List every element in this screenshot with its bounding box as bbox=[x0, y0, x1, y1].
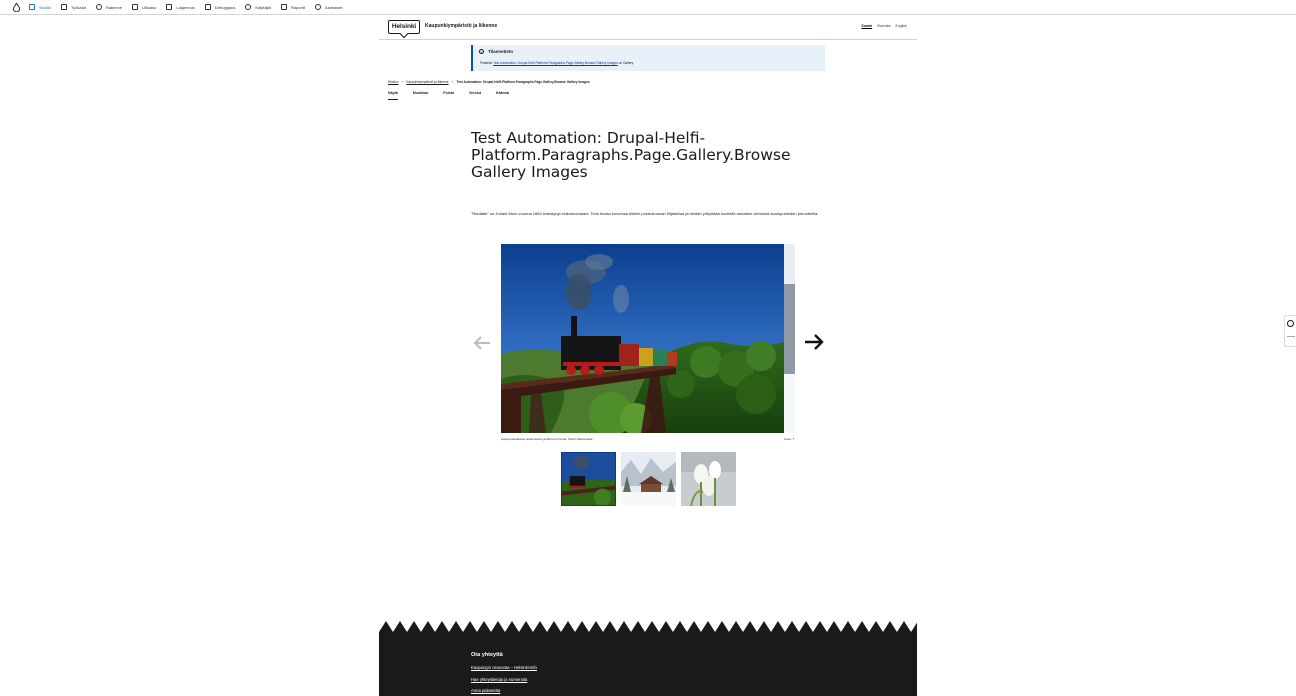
toolbar-item-content[interactable]: Sisältö bbox=[29, 4, 51, 10]
toolbar-item-appearance[interactable]: Ulkoasu bbox=[131, 4, 156, 10]
helsinki-logo[interactable]: Helsinki bbox=[388, 20, 420, 34]
gallery-carousel[interactable] bbox=[501, 244, 795, 433]
feedback-widget[interactable] bbox=[1284, 315, 1296, 347]
gallery-thumbnail-2[interactable] bbox=[621, 452, 676, 506]
structure-icon bbox=[95, 4, 102, 10]
gallery-thumbnail-3[interactable] bbox=[681, 452, 736, 506]
gallery-next-arrow-icon[interactable] bbox=[803, 333, 825, 351]
tab-revisions[interactable]: Versiot bbox=[469, 91, 481, 100]
devel-icon bbox=[204, 4, 211, 10]
status-message: i Tilannetieto Poistettu Test Automation… bbox=[471, 45, 825, 71]
lang-fi[interactable]: Suomi bbox=[861, 24, 872, 28]
footer-link-contacts[interactable]: Hae yhteystietoja ja numeroita bbox=[471, 677, 527, 682]
breadcrumb-separator: > bbox=[401, 80, 404, 84]
toolbar-item-config[interactable]: Asetukset bbox=[314, 4, 343, 10]
local-tasks: Näytä Muokkaa Poista Versiot Käännä bbox=[388, 91, 524, 100]
tools-icon bbox=[61, 4, 68, 10]
people-icon bbox=[245, 4, 252, 10]
site-header: Helsinki Kaupunkiympäristö ja liikenne S… bbox=[379, 15, 917, 40]
tab-edit[interactable]: Muokkaa bbox=[413, 91, 428, 100]
status-message-text: Poistettu Test Automation: Drupal-Helfi-… bbox=[480, 61, 634, 65]
reports-icon bbox=[280, 4, 287, 10]
gallery-prev-arrow-icon[interactable] bbox=[472, 335, 492, 351]
footer-link-feedback[interactable]: Anna palautetta bbox=[471, 688, 500, 693]
breadcrumb-home[interactable]: Etusivu bbox=[388, 80, 398, 84]
feedback-widget-line bbox=[1287, 336, 1295, 337]
gallery-caption: Aseta pakoattavat tekstit aseta gorilla … bbox=[501, 437, 593, 441]
site-name[interactable]: Kaupunkiympäristö ja liikenne bbox=[425, 23, 497, 29]
footer-title: Ota yhteyttä bbox=[471, 652, 503, 658]
thumbnail-snow-cabin-image bbox=[621, 452, 676, 506]
breadcrumb: Etusivu > Kaupunkiympäristö ja liikenne … bbox=[388, 80, 590, 84]
toolbar-item-extend[interactable]: Laajennus bbox=[166, 4, 195, 10]
page-title: Test Automation: Drupal-Helfi-Platform.P… bbox=[471, 129, 791, 181]
lead-paragraph: "Rautatie" on Juhani Ahon vuonna 1884 il… bbox=[471, 211, 819, 216]
footer-background bbox=[379, 621, 917, 696]
info-icon: i bbox=[479, 49, 484, 54]
extend-icon bbox=[166, 4, 173, 10]
breadcrumb-parent[interactable]: Kaupunkiympäristö ja liikenne bbox=[406, 80, 448, 84]
toolbar-item-people[interactable]: Käyttäjät bbox=[245, 4, 271, 10]
gear-icon bbox=[314, 4, 321, 10]
drupal-logo-icon[interactable] bbox=[12, 2, 21, 12]
tab-delete[interactable]: Poista bbox=[443, 91, 454, 100]
status-message-title: i Tilannetieto bbox=[479, 49, 513, 54]
language-switcher: Suomi Svenska English bbox=[856, 24, 907, 28]
lang-en[interactable]: English bbox=[896, 24, 907, 28]
feedback-icon bbox=[1287, 320, 1294, 327]
toolbar-item-structure[interactable]: Rakenne bbox=[95, 4, 122, 10]
gallery-image-next-peek bbox=[784, 244, 795, 433]
toolbar-item-devel[interactable]: Debuggaus bbox=[204, 4, 235, 10]
appearance-icon bbox=[131, 4, 138, 10]
status-message-link[interactable]: Test Automation: Drupal-Helfi-Platform.P… bbox=[493, 61, 617, 65]
toolbar-item-reports[interactable]: Raportit bbox=[280, 4, 305, 10]
gallery-thumbnail-1[interactable] bbox=[561, 452, 616, 506]
tab-translate[interactable]: Käännä bbox=[496, 91, 509, 100]
breadcrumb-separator: > bbox=[451, 80, 454, 84]
gallery-caption-next: Kuva: T bbox=[784, 437, 795, 441]
footer-link-helsinki-info[interactable]: Kaupungin neuvonta – Helsinki-info bbox=[471, 665, 537, 670]
thumbnail-tulips-image bbox=[681, 452, 736, 506]
admin-toolbar: Sisältö Työkalut Rakenne Ulkoasu Laajenn… bbox=[0, 0, 1296, 15]
tab-view[interactable]: Näytä bbox=[388, 91, 398, 100]
gallery-image-train bbox=[501, 244, 784, 433]
thumbnail-train-image bbox=[562, 453, 615, 505]
breadcrumb-current: Test Automation: Drupal-Helfi-Platform.P… bbox=[456, 80, 590, 84]
content-icon bbox=[29, 4, 35, 10]
lang-sv[interactable]: Svenska bbox=[877, 24, 890, 28]
toolbar-item-tools[interactable]: Työkalut bbox=[61, 4, 86, 10]
